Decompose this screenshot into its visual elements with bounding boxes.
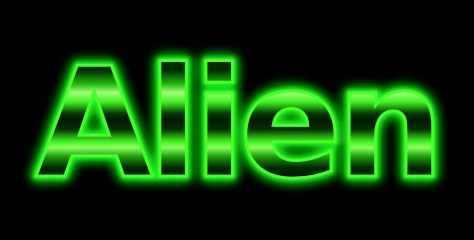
logo-text: Alien <box>35 35 438 212</box>
alien-neon-logo: Alien Alien <box>0 0 474 236</box>
